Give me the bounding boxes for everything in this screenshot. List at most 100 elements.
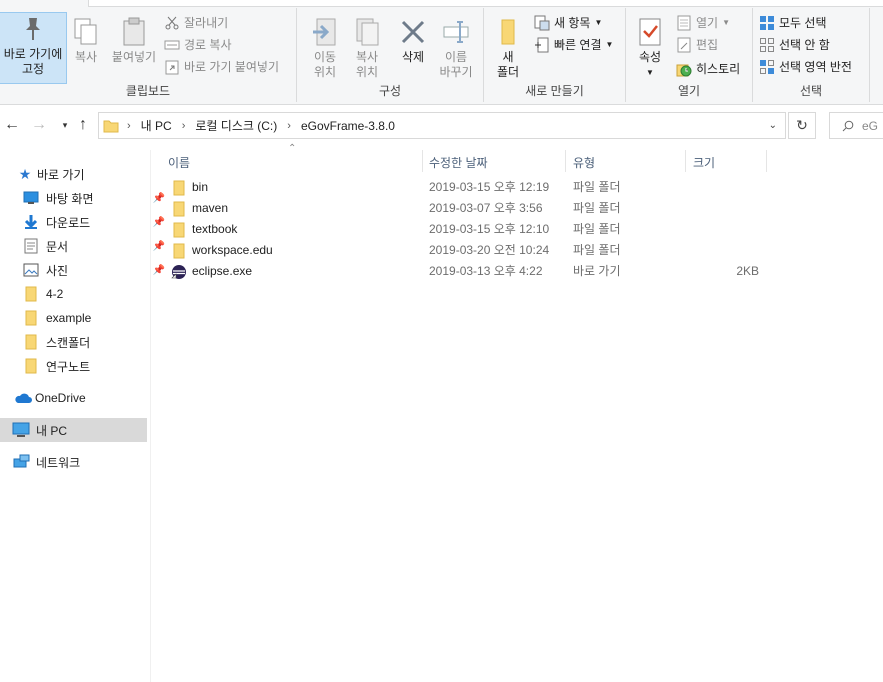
table-row[interactable]: bin 2019-03-15 오후 12:19 파일 폴더 (167, 177, 883, 198)
select-all-label: 모두 선택 (779, 16, 827, 30)
folder-icon (22, 333, 40, 351)
folder-icon (171, 180, 187, 196)
nav-label: 바로 가기 (37, 167, 85, 182)
new-item-button[interactable]: 새 항목 ▼ (534, 14, 602, 31)
rename-button[interactable]: 이름 바꾸기 (435, 16, 477, 80)
cloud-icon (14, 389, 32, 407)
nav-quick-access[interactable]: ★ 바로 가기 (0, 162, 163, 186)
nav-folder-scan[interactable]: 스캔폴더 (0, 330, 169, 354)
file-type: 파일 폴더 (573, 180, 621, 194)
back-arrow-icon[interactable]: ← (3, 116, 21, 134)
nav-label: 네트워크 (36, 455, 81, 470)
file-name-cell: maven (171, 198, 228, 219)
paste-shortcut-label: 바로 가기 붙여넣기 (184, 60, 279, 74)
select-group-label: 선택 (799, 84, 823, 98)
breadcrumb-this-pc[interactable]: 내 PC (141, 117, 172, 134)
table-row[interactable]: textbook 2019-03-15 오후 12:10 파일 폴더 (167, 219, 883, 240)
table-row[interactable]: workspace.edu 2019-03-20 오전 10:24 파일 폴더 (167, 240, 883, 261)
search-box[interactable]: eG (829, 112, 883, 139)
address-dropdown-chevron-icon[interactable]: ⌄ (769, 120, 777, 131)
new-item-icon (534, 15, 550, 31)
open-button[interactable]: 열기 ▼ (676, 14, 730, 31)
copy-path-button[interactable]: 경로 복사 (164, 36, 232, 53)
file-type: 파일 폴더 (573, 243, 621, 257)
history-button[interactable]: 히스토리 (676, 60, 740, 77)
nav-onedrive[interactable]: OneDrive (0, 386, 161, 410)
nav-folder-4-2[interactable]: 4-2 (0, 282, 169, 306)
table-row[interactable]: maven 2019-03-07 오후 3:56 파일 폴더 (167, 198, 883, 219)
nav-folder-example[interactable]: example (0, 306, 169, 330)
column-header-type[interactable]: 유형 (573, 150, 595, 174)
breadcrumb-separator: › (287, 119, 291, 132)
folder-icon (171, 201, 187, 217)
refresh-icon[interactable]: ↻ (788, 112, 816, 139)
column-divider[interactable] (766, 150, 767, 172)
column-header-size[interactable]: 크기 (693, 150, 715, 174)
nav-documents[interactable]: 문서 📌 (0, 234, 169, 258)
select-group: 모두 선택 선택 안 함 선택 영역 반전 선택 (753, 8, 870, 102)
breadcrumb-local-disk[interactable]: 로컬 디스크 (C:) (195, 117, 277, 134)
ribbon: 바로 가기에 고정 복사 붙여넣기 잘라내기 경로 복사 바로 가기 붙여넣기 … (0, 0, 883, 105)
file-name: maven (192, 201, 229, 215)
scissors-icon (164, 15, 180, 31)
select-none-label: 선택 안 함 (779, 38, 830, 52)
select-all-icon (759, 15, 775, 31)
file-size (687, 219, 759, 240)
navigation-pane: ★ 바로 가기 바탕 화면 📌 다운로드 📌 문서 📌 사진 📌 4-2 exa… (0, 150, 165, 682)
nav-folder-research-notes[interactable]: 연구노트 (0, 354, 169, 378)
nav-pictures[interactable]: 사진 📌 (0, 258, 169, 282)
breadcrumb-egovframe[interactable]: eGovFrame-3.8.0 (301, 119, 395, 133)
copy-path-icon (164, 37, 180, 53)
delete-button[interactable]: 삭제 (393, 16, 433, 65)
nav-downloads[interactable]: 다운로드 📌 (0, 210, 169, 234)
column-header-name[interactable]: 이름 (168, 150, 190, 174)
invert-selection-button[interactable]: 선택 영역 반전 (759, 58, 852, 75)
new-group: 새 폴더 새 항목 ▼ 빠른 연결 ▼ 새로 만들기 (484, 8, 626, 102)
column-divider[interactable] (422, 150, 423, 172)
open-label: 열기 (696, 16, 719, 30)
pictures-icon (22, 261, 40, 279)
up-arrow-icon[interactable]: ↑ (74, 116, 92, 134)
column-header-date[interactable]: 수정한 날짜 (429, 150, 488, 174)
cut-button[interactable]: 잘라내기 (164, 14, 228, 31)
paste-button[interactable]: 붙여넣기 (108, 16, 160, 65)
rename-icon (440, 16, 472, 48)
table-row[interactable]: eclipse.exe 2019-03-13 오후 4:22 바로 가기 2KB (167, 261, 883, 282)
easy-access-button[interactable]: 빠른 연결 ▼ (534, 36, 613, 53)
recent-locations-chevron-icon[interactable]: ▾ (56, 116, 74, 134)
history-icon (676, 61, 692, 77)
file-size (687, 240, 759, 261)
paste-shortcut-icon (164, 59, 180, 75)
nav-this-pc[interactable]: 내 PC (0, 418, 147, 442)
folder-icon (22, 357, 40, 375)
paste-shortcut-button[interactable]: 바로 가기 붙여넣기 (164, 58, 279, 75)
address-bar[interactable]: › 내 PC › 로컬 디스크 (C:) › eGovFrame-3.8.0 ⌄ (98, 112, 786, 139)
chevron-down-icon: ▼ (605, 40, 614, 49)
eclipse-icon (171, 264, 187, 280)
nav-desktop[interactable]: 바탕 화면 📌 (0, 186, 169, 210)
column-divider[interactable] (685, 150, 686, 172)
star-icon: ★ (18, 165, 32, 182)
new-folder-button[interactable]: 새 폴더 (490, 16, 526, 80)
file-name-cell: bin (171, 177, 208, 198)
nav-label: OneDrive (35, 391, 86, 405)
copy-to-button[interactable]: 복사 위치 (347, 16, 387, 80)
nav-label: 스캔폴더 (46, 335, 91, 350)
nav-network[interactable]: 네트워크 (0, 450, 159, 474)
file-type: 파일 폴더 (573, 201, 621, 215)
copy-label: 복사 (74, 50, 98, 64)
move-to-icon (309, 16, 341, 48)
file-date: 2019-03-15 오후 12:19 (429, 180, 550, 194)
pin-to-quick-access-button[interactable]: 바로 가기에 고정 (0, 12, 67, 84)
file-name: bin (192, 180, 209, 194)
select-all-button[interactable]: 모두 선택 (759, 14, 827, 31)
move-to-button[interactable]: 이동 위치 (305, 16, 345, 80)
properties-button[interactable]: 속성 ▼ (632, 16, 668, 80)
document-icon (22, 237, 40, 255)
edit-button[interactable]: 편집 (676, 36, 718, 53)
forward-arrow-icon[interactable]: → (30, 116, 48, 134)
column-divider[interactable] (565, 150, 566, 172)
address-row: ← → ▾ ↑ › 내 PC › 로컬 디스크 (C:) › eGovFrame… (0, 108, 883, 142)
copy-button[interactable]: 복사 (68, 16, 104, 65)
select-none-button[interactable]: 선택 안 함 (759, 36, 830, 53)
